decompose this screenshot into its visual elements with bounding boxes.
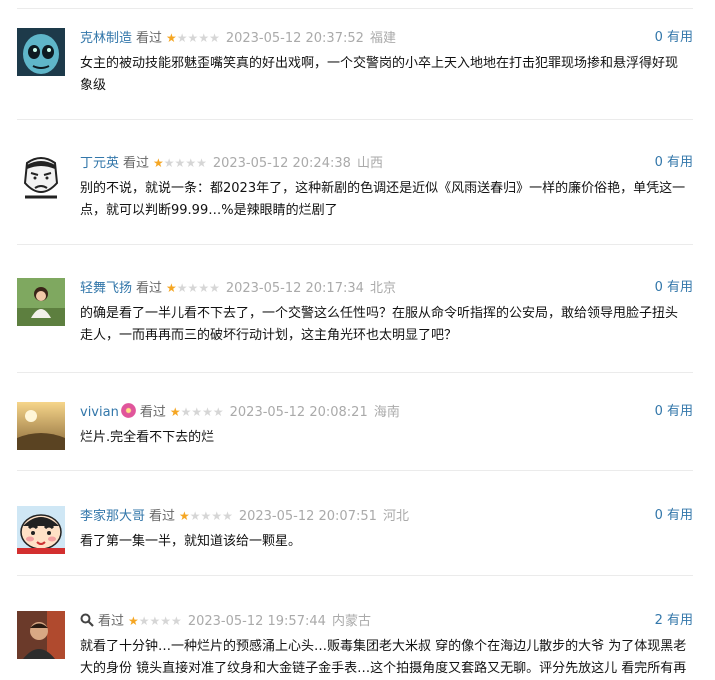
flower-icon bbox=[120, 403, 136, 418]
comment-item: vivian 看过 ★★★★★ 2023-05-12 20:08:21 海南 0 有用… bbox=[17, 402, 693, 471]
vote-count: 0 bbox=[654, 404, 663, 419]
username-link[interactable]: 李家那大哥 bbox=[80, 509, 145, 524]
comment-item: 克林制造 看过 ★★★★★ 2023-05-12 20:37:52 福建 0 有用 女… bbox=[17, 28, 693, 120]
man-portrait-avatar-icon bbox=[17, 611, 65, 659]
blue-alien-avatar-icon bbox=[17, 28, 65, 76]
vote-label: 有用 bbox=[666, 508, 693, 523]
useful-vote-button[interactable]: 0 有用 bbox=[655, 402, 693, 422]
rating-stars: ★★★★★ bbox=[166, 31, 220, 45]
vote-label: 有用 bbox=[666, 404, 693, 419]
divider bbox=[17, 244, 693, 245]
comment-meta: 克林制造 看过 ★★★★★ 2023-05-12 20:37:52 福建 0 有用 bbox=[80, 28, 693, 48]
avatar[interactable] bbox=[17, 278, 65, 326]
vote-count: 0 bbox=[654, 280, 663, 295]
comment-item: 李家那大哥 看过 ★★★★★ 2023-05-12 20:07:51 河北 0 有用 … bbox=[17, 506, 693, 576]
divider bbox=[17, 119, 693, 120]
comment-location: 福建 bbox=[370, 31, 397, 46]
comment-content: 烂片.完全看不下去的烂 bbox=[80, 430, 215, 445]
meme-face-avatar-icon bbox=[17, 153, 65, 201]
watched-status: 看过 bbox=[98, 614, 125, 629]
comment-location: 海南 bbox=[373, 405, 400, 420]
divider bbox=[17, 8, 693, 9]
avatar[interactable] bbox=[17, 153, 65, 201]
avatar[interactable] bbox=[17, 402, 65, 450]
username-link[interactable]: 克林制造 bbox=[80, 31, 132, 46]
comment-location: 山西 bbox=[357, 156, 384, 171]
useful-vote-button[interactable]: 0 有用 bbox=[655, 28, 693, 48]
comment-location: 河北 bbox=[383, 509, 410, 524]
comment-time: 2023-05-12 19:57:44 bbox=[187, 614, 326, 629]
comment-item: 丁元英 看过 ★★★★★ 2023-05-12 20:24:38 山西 0 有用 别的… bbox=[17, 153, 693, 245]
comment-content: 的确是看了一半儿看不下去了，一个交警这么任性吗？在服从命令听指挥的公安局，敢给领… bbox=[80, 306, 679, 343]
watched-status: 看过 bbox=[123, 156, 150, 171]
username-link[interactable]: 丁元英 bbox=[80, 156, 119, 171]
comment-content: 别的不说，就说一条：都2023年了，这种新剧的色调还是近似《风雨送春归》一样的廉… bbox=[80, 181, 686, 218]
rating-stars: ★★★★★ bbox=[153, 156, 207, 170]
comment-time: 2023-05-12 20:24:38 bbox=[212, 156, 351, 171]
rating-stars: ★★★★★ bbox=[169, 405, 224, 419]
rating-stars: ★★★★★ bbox=[179, 509, 233, 523]
comment-location: 北京 bbox=[370, 281, 397, 296]
comment-time: 2023-05-12 20:37:52 bbox=[225, 31, 364, 46]
comment-meta: 轻舞飞扬 看过 ★★★★★ 2023-05-12 20:17:34 北京 0 有用 bbox=[80, 278, 693, 298]
avatar[interactable] bbox=[17, 611, 65, 659]
comment-meta: 看过 ★★★★★ 2023-05-12 19:57:44 内蒙古 2 有用 bbox=[80, 611, 693, 631]
comment-time: 2023-05-12 20:17:34 bbox=[225, 281, 364, 296]
rating-stars: ★★★★★ bbox=[128, 614, 182, 628]
useful-vote-button[interactable]: 0 有用 bbox=[655, 506, 693, 526]
useful-vote-button[interactable]: 0 有用 bbox=[655, 278, 693, 298]
comment-location: 内蒙古 bbox=[332, 614, 372, 629]
useful-vote-button[interactable]: 0 有用 bbox=[655, 153, 693, 173]
useful-vote-button[interactable]: 2 有用 bbox=[655, 611, 693, 631]
watched-status: 看过 bbox=[136, 31, 163, 46]
comment-content: 看了第一集一半，就知道该给一颗星。 bbox=[80, 534, 302, 549]
vote-count: 0 bbox=[654, 155, 663, 170]
comment-content: 就看了十分钟…一种烂片的预感涌上心头…贩毒集团老大米叔 穿的像个在海边儿散步的大… bbox=[80, 639, 687, 676]
vote-count: 0 bbox=[654, 508, 663, 523]
comment-item: 看过 ★★★★★ 2023-05-12 19:57:44 内蒙古 2 有用 就看了十… bbox=[17, 611, 693, 676]
crayon-shin-avatar-icon bbox=[17, 506, 65, 554]
rating-stars: ★★★★★ bbox=[166, 281, 220, 295]
comment-meta: 李家那大哥 看过 ★★★★★ 2023-05-12 20:07:51 河北 0 有用 bbox=[80, 506, 693, 526]
watched-status: 看过 bbox=[136, 281, 163, 296]
watched-status: 看过 bbox=[149, 509, 176, 524]
comment-list: 克林制造 看过 ★★★★★ 2023-05-12 20:37:52 福建 0 有用 女… bbox=[0, 0, 715, 676]
vote-count: 0 bbox=[654, 30, 663, 45]
comment-item: 轻舞飞扬 看过 ★★★★★ 2023-05-12 20:17:34 北京 0 有用 的… bbox=[17, 278, 693, 373]
username-link[interactable]: vivian bbox=[80, 405, 119, 420]
vote-label: 有用 bbox=[666, 280, 693, 295]
girl-garden-avatar-icon bbox=[17, 278, 65, 326]
avatar[interactable] bbox=[17, 506, 65, 554]
vote-label: 有用 bbox=[666, 155, 693, 170]
vote-label: 有用 bbox=[666, 30, 693, 45]
comment-meta: vivian 看过 ★★★★★ 2023-05-12 20:08:21 海南 0 有用 bbox=[80, 402, 693, 422]
comment-time: 2023-05-12 20:08:21 bbox=[229, 405, 368, 420]
comment-content: 女主的被动技能邪魅歪嘴笑真的好出戏啊，一个交警岗的小卒上天入地地在打击犯罪现场掺… bbox=[80, 56, 679, 93]
search-icon[interactable] bbox=[80, 613, 94, 627]
comment-time: 2023-05-12 20:07:51 bbox=[238, 509, 377, 524]
sunset-avatar-icon bbox=[17, 402, 65, 450]
comment-meta: 丁元英 看过 ★★★★★ 2023-05-12 20:24:38 山西 0 有用 bbox=[80, 153, 693, 173]
avatar[interactable] bbox=[17, 28, 65, 76]
username-link[interactable]: 轻舞飞扬 bbox=[80, 281, 132, 296]
watched-status: 看过 bbox=[139, 405, 166, 420]
vote-count: 2 bbox=[654, 613, 663, 628]
vote-label: 有用 bbox=[666, 613, 693, 628]
divider bbox=[17, 372, 693, 373]
divider bbox=[17, 470, 693, 471]
divider bbox=[17, 575, 693, 576]
